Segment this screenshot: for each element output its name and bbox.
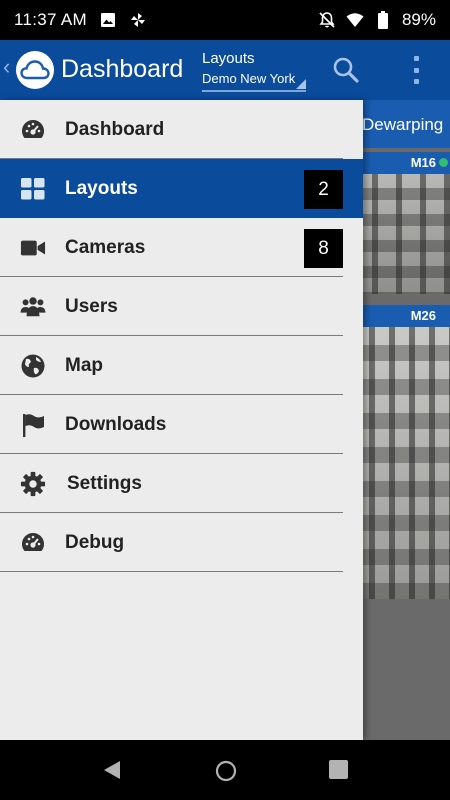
camera-header: M16 <box>362 152 450 174</box>
drawer-item-label: Debug <box>65 532 125 553</box>
layout-selector-label: Layouts <box>202 50 255 67</box>
gauge-icon <box>20 117 46 143</box>
nav-back-icon[interactable] <box>102 760 122 785</box>
drawer-item-debug[interactable]: Debug <box>0 513 363 572</box>
more-options-button[interactable] <box>404 54 428 86</box>
notifications-off-icon <box>318 11 336 29</box>
drawer-item-settings[interactable]: Settings <box>0 454 363 513</box>
video-camera-icon <box>20 235 46 261</box>
tab-dewarping-label: Dewarping <box>362 115 444 134</box>
camera-name: M26 <box>410 308 436 323</box>
count-badge: 2 <box>304 170 343 209</box>
drawer-item-label: Layouts <box>65 178 138 199</box>
navigation-drawer: Dashboard Layouts 2 Cameras 8 Users Map <box>0 100 363 740</box>
status-time: 11:37 AM <box>14 10 87 29</box>
dropdown-caret-icon <box>296 79 306 89</box>
drawer-item-label: Cameras <box>65 237 146 258</box>
status-bar: 11:37 AM 89% <box>0 0 450 40</box>
search-button[interactable] <box>332 56 360 84</box>
grid-icon <box>20 176 46 202</box>
more-dot-icon <box>413 67 419 73</box>
camera-feed-image <box>362 327 450 599</box>
drawer-item-label: Map <box>65 355 103 376</box>
divider <box>0 571 343 572</box>
cloud-logo-icon <box>16 51 54 89</box>
system-navigation-bar <box>0 740 450 800</box>
users-icon <box>20 294 46 320</box>
app-bar: ‹ Dashboard Layouts Demo New York <box>0 40 450 100</box>
nav-home-icon[interactable] <box>215 760 237 787</box>
gauge-icon <box>20 530 46 556</box>
wifi-icon <box>346 11 364 29</box>
count-badge: 8 <box>304 229 343 268</box>
camera-feed-image <box>362 174 450 294</box>
back-chevron-icon[interactable]: ‹ <box>3 54 10 80</box>
image-icon <box>99 11 117 29</box>
pinwheel-icon <box>129 11 147 29</box>
camera-tile[interactable]: M26 <box>362 305 450 599</box>
drawer-item-label: Downloads <box>65 414 167 435</box>
camera-header: M26 <box>362 305 450 327</box>
battery-icon <box>374 11 392 29</box>
search-icon <box>333 57 359 83</box>
online-status-dot <box>439 158 448 167</box>
app-title: Dashboard <box>61 55 184 83</box>
drawer-item-cameras[interactable]: Cameras 8 <box>0 218 363 277</box>
camera-tile[interactable]: M16 <box>362 152 450 294</box>
globe-icon <box>20 353 46 379</box>
drawer-item-map[interactable]: Map <box>0 336 363 395</box>
flag-icon <box>20 412 46 438</box>
more-dot-icon <box>413 56 419 61</box>
layout-selector-value: Demo New York <box>202 71 296 86</box>
drawer-item-label: Dashboard <box>65 119 165 140</box>
drawer-item-layouts[interactable]: Layouts 2 <box>0 159 363 218</box>
drawer-item-downloads[interactable]: Downloads <box>0 395 363 454</box>
layout-selector-dropdown[interactable]: Layouts Demo New York <box>202 50 306 92</box>
drawer-item-label: Settings <box>67 473 142 494</box>
gear-icon <box>20 471 46 497</box>
tab-dewarping[interactable]: Dewarping <box>362 100 450 148</box>
camera-name: M16 <box>410 155 436 170</box>
drawer-item-dashboard[interactable]: Dashboard <box>0 100 363 159</box>
more-dot-icon <box>413 79 419 84</box>
nav-recents-icon[interactable] <box>329 760 348 779</box>
drawer-item-label: Users <box>65 296 118 317</box>
battery-percent: 89% <box>401 10 436 29</box>
drawer-item-users[interactable]: Users <box>0 277 363 336</box>
